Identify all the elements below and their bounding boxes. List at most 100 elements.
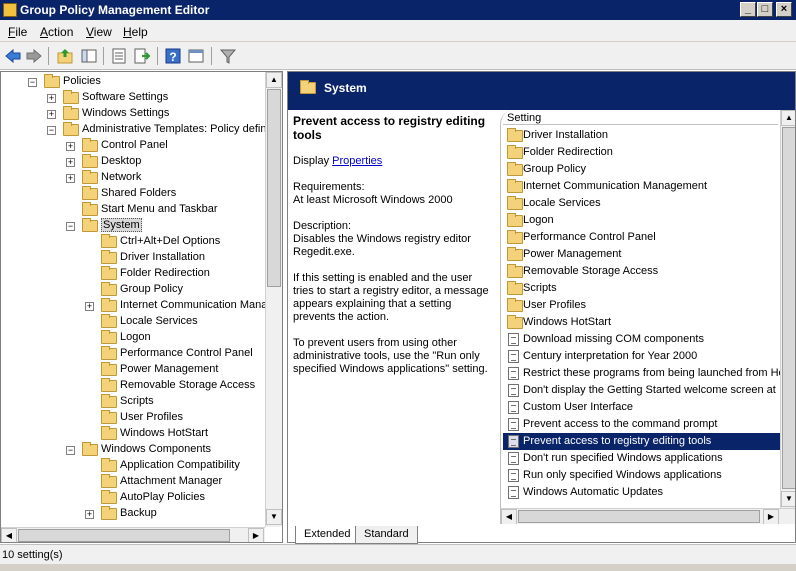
list-folder-item[interactable]: Windows HotStart [503, 314, 795, 331]
scroll-thumb[interactable] [18, 529, 230, 542]
list-item-label: Don't display the Getting Started welcom… [523, 384, 776, 396]
list-setting-item[interactable]: Prevent access to registry editing tools [503, 433, 795, 450]
list-horizontal-scrollbar[interactable]: ◀ ▶ [501, 508, 795, 524]
list-folder-item[interactable]: Internet Communication Management [503, 178, 795, 195]
collapse-icon[interactable]: − [47, 126, 56, 135]
folder-icon [101, 250, 117, 264]
scroll-thumb[interactable] [518, 510, 760, 523]
column-header-setting[interactable]: Setting [503, 110, 778, 125]
list-setting-item[interactable]: Don't run specified Windows applications [503, 450, 795, 467]
back-arrow-icon[interactable] [4, 47, 22, 65]
list-item-label: Locale Services [523, 197, 601, 209]
scroll-up-button[interactable]: ▲ [266, 72, 282, 88]
scroll-left-button[interactable]: ◀ [1, 528, 17, 542]
scroll-thumb[interactable] [782, 127, 795, 489]
details-header-title: System [324, 81, 367, 95]
console-tree[interactable]: − Policies + Software Settings + Windows Sett… [0, 71, 283, 543]
scroll-down-button[interactable]: ▼ [266, 509, 282, 525]
expand-icon[interactable]: + [47, 110, 56, 119]
tree-item-label: Start Menu and Taskbar [101, 203, 218, 215]
help-icon[interactable]: ? [164, 47, 182, 65]
list-setting-item[interactable]: Custom User Interface [503, 399, 795, 416]
list-folder-item[interactable]: Locale Services [503, 195, 795, 212]
list-folder-item[interactable]: Scripts [503, 280, 795, 297]
list-item-label: Run only specified Windows applications [523, 469, 722, 481]
tree-item-label: Software Settings [82, 91, 169, 103]
menu-view[interactable]: View [86, 25, 112, 39]
list-folder-item[interactable]: Group Policy [503, 161, 795, 178]
tree-item-label: Group Policy [120, 283, 183, 295]
list-setting-item[interactable]: Restrict these programs from being launc… [503, 365, 795, 382]
export-list-icon[interactable] [133, 47, 151, 65]
tree-item-label: Ctrl+Alt+Del Options [120, 235, 221, 247]
list-setting-item[interactable]: Windows Automatic Updates [503, 484, 795, 501]
list-setting-item[interactable]: Century interpretation for Year 2000 [503, 348, 795, 365]
filter-icon[interactable] [219, 47, 237, 65]
tree-item-label: Policies [63, 75, 101, 87]
folder-icon [82, 138, 98, 152]
extended-description: Prevent access to registry editing tools… [293, 114, 493, 376]
minimize-button[interactable]: _ [740, 2, 756, 17]
scroll-down-button[interactable]: ▼ [781, 491, 795, 507]
policy-setting-icon [508, 333, 519, 346]
maximize-button[interactable]: □ [757, 2, 773, 17]
list-folder-item[interactable]: Driver Installation [503, 127, 795, 144]
expand-icon[interactable]: + [85, 510, 94, 519]
list-item-label: Custom User Interface [523, 401, 634, 413]
folder-icon [82, 202, 98, 216]
close-button[interactable]: × [776, 2, 792, 17]
properties-icon[interactable] [110, 47, 128, 65]
expand-icon[interactable]: + [85, 302, 94, 311]
tree-item-label: Windows Components [101, 443, 212, 455]
list-folder-item[interactable]: User Profiles [503, 297, 795, 314]
tree-vertical-scrollbar[interactable]: ▲ ▼ [265, 72, 282, 527]
tree-horizontal-scrollbar[interactable]: ◀ ▶ [1, 527, 265, 542]
list-folder-item[interactable]: Power Management [503, 246, 795, 263]
menu-file[interactable]: File [8, 25, 27, 39]
tab-standard[interactable]: Standard [355, 526, 418, 544]
tree-item-label: AutoPlay Policies [120, 491, 205, 503]
list-setting-item[interactable]: Run only specified Windows applications [503, 467, 795, 484]
title-bar: Group Policy Management Editor _ □ × [0, 0, 796, 20]
scroll-up-button[interactable]: ▲ [781, 110, 795, 126]
expand-icon[interactable]: + [66, 174, 75, 183]
list-folder-item[interactable]: Folder Redirection [503, 144, 795, 161]
folder-icon [101, 314, 117, 328]
folder-icon [300, 80, 316, 94]
menu-help[interactable]: Help [123, 25, 148, 39]
collapse-icon[interactable]: − [28, 78, 37, 87]
scroll-thumb[interactable] [267, 89, 281, 287]
list-folder-item[interactable]: Removable Storage Access [503, 263, 795, 280]
list-vertical-scrollbar[interactable]: ▲ ▼ [780, 110, 795, 508]
expand-icon[interactable]: + [66, 142, 75, 151]
folder-icon [82, 154, 98, 168]
scroll-right-button[interactable]: ▶ [248, 528, 264, 542]
tree-item-label: Scripts [120, 395, 154, 407]
settings-list[interactable]: Setting Driver Installation Folder Redire… [500, 110, 795, 524]
folder-icon [101, 234, 117, 248]
folder-icon [507, 196, 523, 210]
scroll-right-button[interactable]: ▶ [763, 509, 779, 524]
list-folder-item[interactable]: Performance Control Panel [503, 229, 795, 246]
properties-link[interactable]: Properties [332, 155, 382, 167]
forward-arrow-icon[interactable] [25, 47, 43, 65]
list-setting-item[interactable]: Prevent access to the command prompt [503, 416, 795, 433]
collapse-icon[interactable]: − [66, 446, 75, 455]
list-setting-item[interactable]: Download missing COM components [503, 331, 795, 348]
show-hide-tree-icon[interactable] [80, 47, 98, 65]
list-item-label: Group Policy [523, 163, 586, 175]
tab-extended[interactable]: Extended [295, 526, 360, 544]
collapse-icon[interactable]: − [66, 222, 75, 231]
bottom-strip [0, 564, 796, 571]
expand-icon[interactable]: + [47, 94, 56, 103]
list-folder-item[interactable]: Logon [503, 212, 795, 229]
console-icon[interactable] [187, 47, 205, 65]
list-setting-item[interactable]: Don't display the Getting Started welcom… [503, 382, 795, 399]
menu-action[interactable]: Action [40, 25, 73, 39]
up-folder-icon[interactable] [56, 47, 74, 65]
policy-setting-icon [508, 384, 519, 397]
policy-setting-icon [508, 435, 519, 448]
expand-icon[interactable]: + [66, 158, 75, 167]
scroll-left-button[interactable]: ◀ [501, 509, 517, 524]
tree-item-label: Backup [120, 507, 157, 519]
